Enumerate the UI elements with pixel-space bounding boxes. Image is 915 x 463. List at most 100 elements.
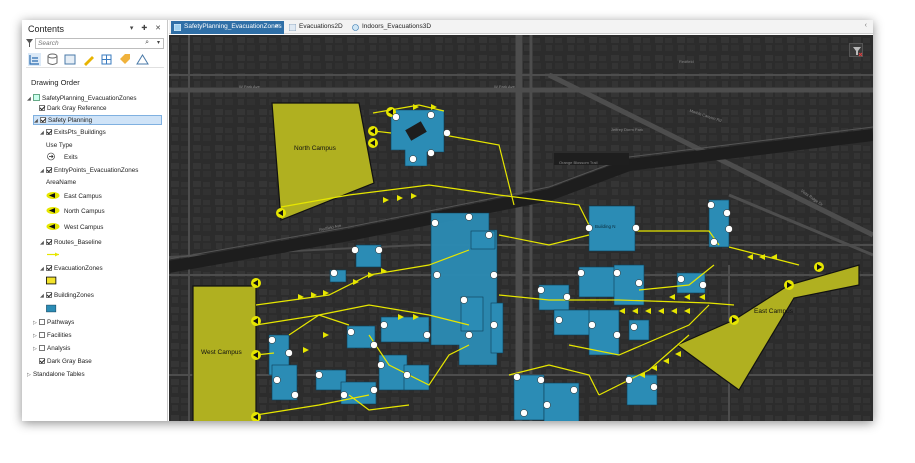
street-label: Jeffrey Dorm Park (611, 127, 644, 132)
layer-row-exits[interactable]: Exits (46, 152, 78, 162)
visibility-checkbox[interactable] (39, 105, 45, 111)
building-fill-icon (46, 304, 57, 313)
layer-row-routes-sym[interactable] (46, 250, 64, 260)
visibility-checkbox[interactable] (46, 167, 52, 173)
layer-row-facilities[interactable]: ▷ Facilities (33, 331, 72, 341)
layer-label: EvacuationZones (54, 265, 103, 272)
layer-label: Use Type (46, 142, 73, 149)
list-by-labeling-icon[interactable] (118, 53, 131, 66)
layer-label: Safety Planning (48, 117, 93, 124)
map-filter-tool[interactable] (849, 43, 863, 57)
layer-row-east-campus[interactable]: East Campus (46, 191, 102, 201)
drawing-order-heading: Drawing Order (31, 78, 80, 87)
layer-row-buildingzones[interactable]: ◢ BuildingZones (40, 291, 94, 301)
list-by-editing-icon[interactable] (82, 53, 95, 66)
map-canvas[interactable] (169, 35, 873, 421)
layer-row-exitspts-buildings[interactable]: ◢ ExitsPts_Buildings (40, 128, 106, 138)
layer-row-dark-gray-base[interactable]: Dark Gray Base (33, 357, 92, 367)
layer-label: Pathways (47, 319, 75, 326)
filter-row: ⌕ ▾ (26, 38, 164, 49)
layer-row-dark-gray-reference[interactable]: Dark Gray Reference (33, 104, 107, 114)
street-label: W Park Ave (239, 84, 260, 89)
contents-title: Contents (28, 24, 65, 34)
layer-row-pathways[interactable]: ▷ Pathways (33, 318, 74, 328)
tab-label: Indoors_Evacuations3D (362, 23, 432, 30)
map-tab-bar: SafetyPlanning_EvacuationZones × Evacuat… (169, 20, 873, 34)
street-label: Redfield (679, 59, 694, 64)
layer-row-analysis[interactable]: ▷ Analysis (33, 344, 70, 354)
street-label: W Park Ave (494, 84, 515, 89)
layer-label: West Campus (64, 224, 104, 231)
tab-label: Evacuations2D (299, 23, 343, 30)
layer-label: Routes_Baseline (54, 239, 102, 246)
search-box[interactable]: ⌕ ▾ (35, 38, 164, 49)
entry-arrow-icon (46, 207, 60, 214)
layer-row-north-campus[interactable]: North Campus (46, 206, 105, 216)
layer-row-standalone-tables[interactable]: ▷ Standalone Tables (27, 370, 85, 380)
visibility-checkbox[interactable] (39, 319, 45, 325)
layer-row-bldg-sym[interactable] (46, 304, 62, 314)
map-icon (33, 94, 40, 101)
visibility-checkbox[interactable] (46, 239, 52, 245)
layer-row-evacuationzones[interactable]: ◢ EvacuationZones (40, 264, 103, 274)
search-icon[interactable]: ⌕ (145, 39, 149, 47)
layer-label: AreaName (46, 179, 77, 186)
visibility-checkbox[interactable] (46, 292, 52, 298)
layer-label: Dark Gray Base (47, 358, 92, 365)
layer-row-entrypoints[interactable]: ◢ EntryPoints_EvacuationZones (40, 166, 138, 176)
list-by-selection-icon[interactable] (64, 53, 77, 66)
contents-toolbar (26, 52, 164, 68)
layer-row-safety-planning[interactable]: ◢ Safety Planning (33, 115, 162, 125)
layer-label: North Campus (64, 208, 105, 215)
contents-header: Contents ▾ ✚ ✕ (26, 23, 164, 35)
search-input[interactable] (38, 39, 138, 48)
layer-label: Facilities (47, 332, 72, 339)
list-by-data-source-icon[interactable] (46, 53, 59, 66)
layer-row-zones-sym[interactable] (45, 276, 62, 286)
list-by-snapping-icon[interactable] (100, 53, 113, 66)
layer-row-areaname[interactable]: AreaName (46, 178, 76, 188)
visibility-checkbox[interactable] (46, 265, 52, 271)
globe-icon (352, 24, 359, 31)
layer-label: Analysis (47, 345, 71, 352)
pane-window-controls[interactable]: ▾ ✚ ✕ (130, 24, 164, 32)
filter-icon[interactable] (26, 39, 33, 47)
visibility-checkbox[interactable] (46, 129, 52, 135)
tab-indoors-evacuations3d[interactable]: Indoors_Evacuations3D (349, 21, 431, 34)
tab-scroll-left-icon[interactable]: ‹ (865, 22, 867, 29)
arcgis-pro-window: Contents ▾ ✚ ✕ ⌕ ▾ Drawing Order ◢Safety… (22, 20, 873, 421)
layer-row-routes-baseline[interactable]: ◢ Routes_Baseline (40, 238, 102, 248)
entry-arrow-icon (46, 223, 60, 230)
map-view[interactable]: North Campus West Campus East Campus Bui… (169, 35, 873, 421)
tab-evacuations2d[interactable]: Evacuations2D (286, 21, 346, 34)
west-campus-label: West Campus (201, 349, 242, 356)
layer-row-west-campus[interactable]: West Campus (46, 222, 103, 232)
entry-arrow-icon (46, 192, 60, 199)
layer-label: East Campus (64, 193, 102, 200)
list-by-perspective-icon[interactable] (136, 53, 149, 66)
map-icon (289, 24, 296, 31)
layer-label: ExitsPts_Buildings (54, 129, 106, 136)
layer-label: Standalone Tables (33, 371, 85, 378)
tab-label: SafetyPlanning_EvacuationZones (184, 23, 282, 30)
tab-safetyplanning-evacuationzones[interactable]: SafetyPlanning_EvacuationZones × (171, 21, 284, 34)
exit-symbol-icon (47, 152, 55, 161)
layer-row-use-type[interactable]: Use Type (46, 141, 73, 151)
layer-label: Dark Gray Reference (47, 105, 107, 112)
layer-row-map[interactable]: ◢ SafetyPlanning_EvacuationZones (27, 94, 137, 104)
layer-label: Exits (64, 154, 78, 161)
map-icon (174, 24, 181, 31)
building-n-label: Building N (595, 224, 616, 229)
close-icon[interactable]: × (275, 21, 279, 33)
list-by-drawing-order-icon[interactable] (28, 53, 41, 66)
visibility-checkbox[interactable] (39, 358, 45, 364)
visibility-checkbox[interactable] (39, 332, 45, 338)
contents-pane: Contents ▾ ✚ ✕ ⌕ ▾ Drawing Order ◢Safety… (22, 20, 168, 421)
chevron-down-icon[interactable]: ▾ (157, 39, 160, 46)
zone-fill-icon (45, 276, 57, 285)
route-line-icon (47, 252, 59, 257)
visibility-checkbox[interactable] (39, 345, 45, 351)
layer-label: BuildingZones (54, 292, 94, 299)
visibility-checkbox[interactable] (40, 117, 46, 123)
north-campus-label: North Campus (294, 145, 336, 152)
